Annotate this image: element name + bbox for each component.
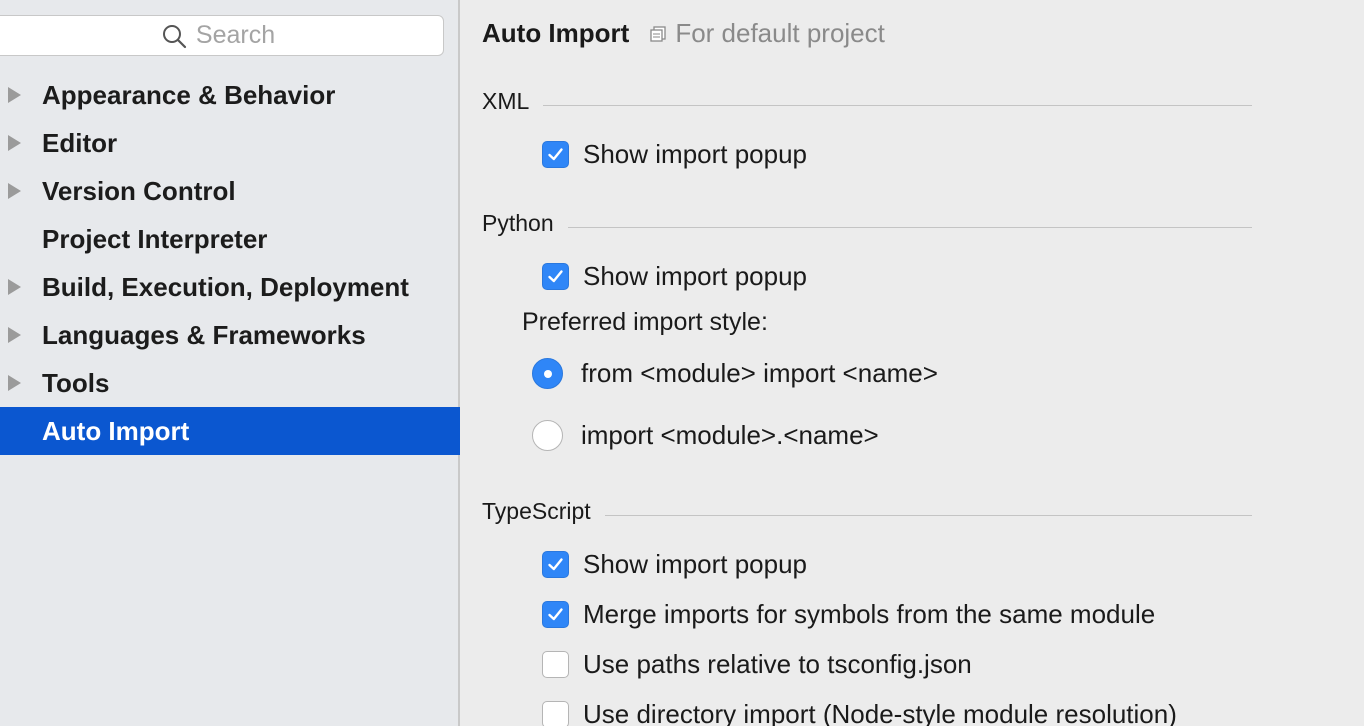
checkbox-label: Use directory import (Node-style module … [583, 699, 1177, 726]
sidebar-item-version-control[interactable]: Version Control [0, 167, 460, 215]
section-python: Python [482, 210, 1252, 237]
copy-icon [650, 25, 666, 42]
sidebar-item-label: Version Control [42, 175, 236, 206]
section-typescript: TypeScript [482, 498, 1252, 525]
sidebar-item-label: Tools [42, 367, 110, 398]
ts-use-directory-import[interactable]: Use directory import (Node-style module … [542, 699, 1177, 726]
radio-label: import <module>.<name> [581, 420, 879, 450]
preferred-import-style-label: Preferred import style: [522, 308, 768, 336]
checkbox-unchecked[interactable] [542, 701, 569, 726]
checkmark-icon [548, 558, 563, 571]
section-divider [567, 227, 1252, 228]
expand-arrow-icon[interactable] [8, 375, 21, 391]
sidebar-item-label: Languages & Frameworks [42, 319, 366, 350]
page-header: Auto Import For default project [482, 18, 885, 49]
radio-dot [543, 369, 552, 378]
radio-unselected[interactable] [532, 420, 563, 451]
expand-arrow-icon[interactable] [8, 183, 21, 199]
settings-window: Search Appearance & Behavior Editor Vers… [0, 0, 1364, 726]
sidebar-item-build-execution-deployment[interactable]: Build, Execution, Deployment [0, 263, 460, 311]
search-placeholder: Search [195, 21, 276, 49]
section-xml: XML [482, 88, 1252, 115]
section-title: XML [482, 88, 530, 114]
search-icon [162, 24, 186, 48]
radio-import-module-name[interactable]: import <module>.<name> [532, 420, 879, 451]
sidebar-item-label: Project Interpreter [42, 223, 268, 254]
checkbox-label: Merge imports for symbols from the same … [583, 599, 1156, 629]
settings-panel: Auto Import For default project XML Show… [462, 0, 1364, 726]
checkbox-label: Show import popup [583, 139, 808, 169]
checkbox-checked[interactable] [542, 601, 569, 628]
sidebar-item-label: Auto Import [42, 415, 190, 446]
page-title: Auto Import [482, 18, 630, 48]
scope-label: For default project [675, 18, 885, 48]
checkbox-checked[interactable] [542, 263, 569, 290]
checkmark-icon [548, 270, 563, 283]
sidebar-item-auto-import[interactable]: Auto Import [0, 407, 460, 455]
section-divider [543, 105, 1252, 106]
sidebar-item-appearance-behavior[interactable]: Appearance & Behavior [0, 71, 460, 119]
checkbox-label: Use paths relative to tsconfig.json [583, 649, 972, 679]
search-content: Search [161, 21, 275, 50]
checkmark-icon [548, 148, 563, 161]
checkbox-unchecked[interactable] [542, 651, 569, 678]
sidebar-item-editor[interactable]: Editor [0, 119, 460, 167]
radio-label: from <module> import <name> [581, 358, 938, 388]
ts-use-relative-paths[interactable]: Use paths relative to tsconfig.json [542, 649, 972, 680]
expand-arrow-icon[interactable] [8, 327, 21, 343]
ts-merge-imports[interactable]: Merge imports for symbols from the same … [542, 599, 1155, 630]
xml-show-import-popup[interactable]: Show import popup [542, 139, 807, 170]
section-title: Python [482, 210, 554, 236]
search-input[interactable]: Search [0, 15, 444, 56]
sidebar-item-project-interpreter[interactable]: Project Interpreter [0, 215, 460, 263]
section-title: TypeScript [482, 498, 591, 524]
radio-selected[interactable] [532, 358, 563, 389]
checkmark-icon [548, 608, 563, 621]
checkbox-label: Show import popup [583, 261, 808, 291]
ts-show-import-popup[interactable]: Show import popup [542, 549, 807, 580]
sidebar-item-languages-frameworks[interactable]: Languages & Frameworks [0, 311, 460, 359]
settings-sidebar: Search Appearance & Behavior Editor Vers… [0, 0, 460, 726]
checkbox-checked[interactable] [542, 551, 569, 578]
radio-from-module-import-name[interactable]: from <module> import <name> [532, 358, 938, 389]
sidebar-item-label: Appearance & Behavior [42, 79, 336, 110]
expand-arrow-icon[interactable] [8, 135, 21, 151]
sidebar-item-label: Build, Execution, Deployment [42, 271, 409, 302]
checkbox-checked[interactable] [542, 141, 569, 168]
sidebar-item-tools[interactable]: Tools [0, 359, 460, 407]
sidebar-item-label: Editor [42, 127, 118, 158]
checkbox-label: Show import popup [583, 549, 808, 579]
section-divider [604, 515, 1252, 516]
expand-arrow-icon[interactable] [8, 279, 21, 295]
expand-arrow-icon[interactable] [8, 87, 21, 103]
python-show-import-popup[interactable]: Show import popup [542, 261, 807, 292]
